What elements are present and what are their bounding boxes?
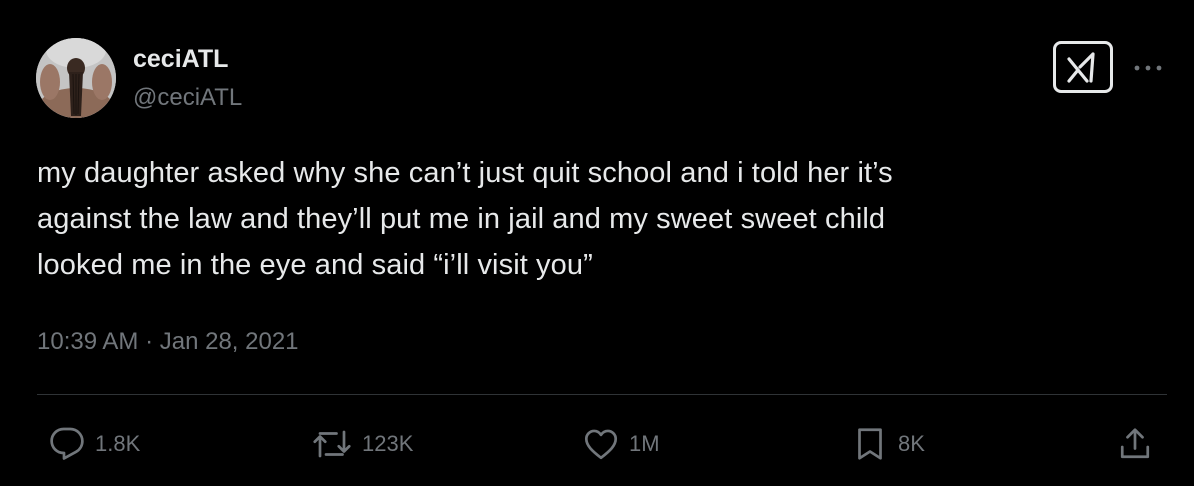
reply-icon xyxy=(50,427,84,460)
display-name[interactable]: ceciATL xyxy=(133,45,228,73)
grok-icon xyxy=(1067,52,1095,83)
more-options-button[interactable] xyxy=(1130,50,1166,86)
repost-count: 123K xyxy=(362,431,414,456)
tweet-timestamp[interactable]: 10:39 AM · Jan 28, 2021 xyxy=(37,327,299,357)
bookmark-icon xyxy=(858,428,882,460)
tweet-card: ceciATL @ceciATL my daughter asked why s… xyxy=(0,0,1194,486)
like-count: 1M xyxy=(629,431,660,456)
bookmark-count: 8K xyxy=(898,431,925,456)
avatar-image xyxy=(36,38,116,118)
bookmark-button[interactable]: 8K xyxy=(852,422,925,466)
share-button[interactable] xyxy=(1117,422,1153,466)
heart-icon xyxy=(584,429,618,460)
repost-button[interactable]: 123K xyxy=(312,422,413,466)
tweet-text: my daughter asked why she can’t just qui… xyxy=(37,157,893,281)
repost-icon xyxy=(313,430,351,458)
reply-count: 1.8K xyxy=(95,431,141,456)
reply-button[interactable]: 1.8K xyxy=(49,422,140,466)
divider xyxy=(37,394,1167,395)
grok-button[interactable] xyxy=(1053,41,1113,93)
user-handle[interactable]: @ceciATL xyxy=(133,84,242,112)
like-button[interactable]: 1M xyxy=(583,422,660,466)
share-icon xyxy=(1120,428,1150,459)
more-icon xyxy=(1134,65,1162,71)
avatar[interactable] xyxy=(36,38,116,118)
